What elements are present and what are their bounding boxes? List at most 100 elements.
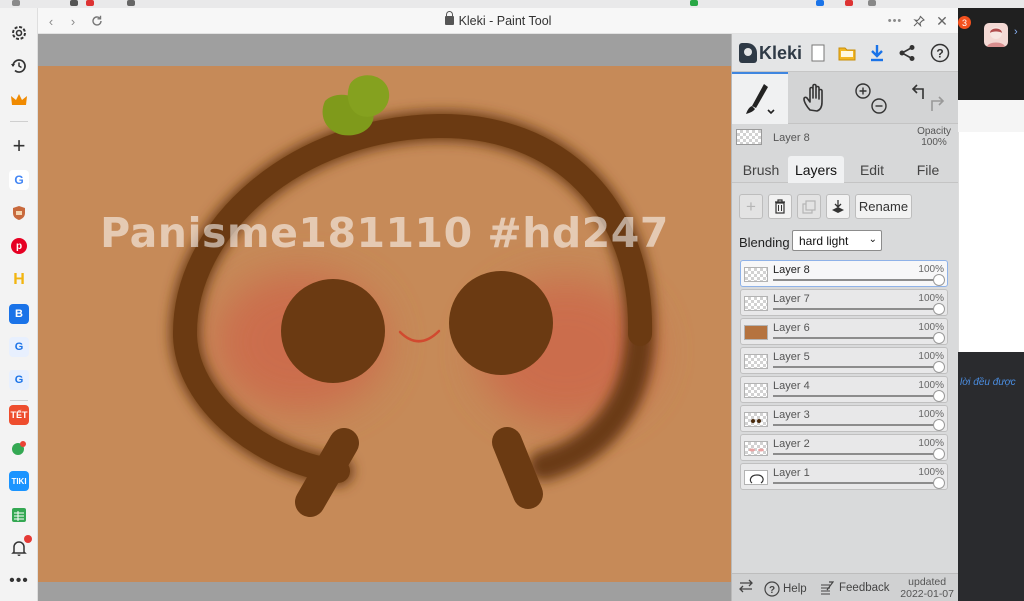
current-layer-indicator: Layer 8 Opacity 100% [732, 124, 959, 150]
layer-opacity-slider[interactable] [773, 274, 945, 286]
slider-handle[interactable] [933, 332, 945, 344]
layer-name: Layer 2 [773, 438, 810, 450]
slider-fill [773, 366, 939, 368]
zoom-in-out-icon [855, 83, 887, 114]
layer-row[interactable]: Layer 5 100% [740, 347, 948, 374]
duplicate-layer-button[interactable] [797, 194, 821, 219]
feedback-button[interactable]: Feedback [820, 581, 890, 595]
layer-opacity-slider[interactable] [773, 303, 945, 315]
pinterest-icon[interactable]: p [9, 236, 29, 256]
sheet-app-icon[interactable] [9, 505, 29, 525]
crown-icon[interactable] [9, 90, 29, 110]
translate-app-icon-2[interactable]: G [9, 370, 29, 390]
left-eye [281, 279, 385, 383]
delete-layer-button[interactable] [768, 194, 792, 219]
undo-redo-tool[interactable] [899, 72, 959, 124]
canvas-area[interactable]: Panisme181110 #hd247 [38, 34, 731, 601]
slider-handle[interactable] [933, 274, 945, 286]
slider-handle[interactable] [933, 361, 945, 373]
brush-tool[interactable] [732, 72, 788, 124]
brush-icon [746, 84, 775, 115]
tab-file[interactable]: File [900, 156, 956, 183]
layer-opacity-slider[interactable] [773, 332, 945, 344]
layer-thumbnail [744, 441, 768, 456]
avatar[interactable] [984, 23, 1008, 47]
app-window: ‹ › Kleki - Paint Tool ••• ✕ Panisme1811… [38, 8, 959, 601]
slider-handle[interactable] [933, 477, 945, 489]
share-icon[interactable] [896, 42, 918, 64]
chevron-down-icon: ⌄ [868, 234, 877, 245]
history-icon[interactable] [9, 56, 29, 76]
help-label: Help [783, 583, 807, 595]
layer-row[interactable]: Layer 7 100% [740, 289, 948, 316]
close-icon[interactable]: ✕ [933, 12, 951, 30]
more-options-icon[interactable]: ••• [886, 12, 904, 30]
layer-row[interactable]: Layer 1 100% [740, 463, 948, 490]
tab-layers[interactable]: Layers [788, 156, 844, 183]
layer-row[interactable]: Layer 8 100% [740, 260, 948, 287]
layer-row[interactable]: Layer 2 100% [740, 434, 948, 461]
map-app-icon[interactable] [9, 438, 29, 458]
layer-thumbnail [744, 325, 768, 340]
slider-handle[interactable] [933, 448, 945, 460]
browser-tab-strip [0, 0, 1024, 8]
translate-app-icon[interactable]: G [9, 337, 29, 357]
layer-opacity-slider[interactable] [773, 419, 945, 431]
layers-tab-panel: + Rename Blending hard light ⌄ Layer 8 10 [732, 183, 959, 573]
canvas-margin-top [38, 34, 731, 66]
slider-fill [773, 279, 939, 281]
drawing-canvas[interactable]: Panisme181110 #hd247 [38, 66, 731, 582]
blending-value: hard light [799, 234, 849, 248]
slider-handle[interactable] [933, 390, 945, 402]
hand-icon [802, 83, 823, 112]
new-image-icon[interactable] [807, 42, 829, 64]
title-bar: ‹ › Kleki - Paint Tool ••• ✕ [38, 8, 958, 34]
svg-text:?: ? [936, 47, 943, 61]
shopee-app-icon[interactable]: TẾT [9, 405, 29, 425]
tiki-app-icon[interactable]: TIKI [9, 471, 29, 491]
svg-text:?: ? [769, 585, 775, 596]
swap-sides-icon[interactable] [738, 579, 754, 593]
layer-opacity-slider[interactable] [773, 361, 945, 373]
rename-button[interactable]: Rename [855, 194, 912, 219]
blending-select[interactable]: hard light ⌄ [792, 230, 882, 251]
layer-opacity-slider[interactable] [773, 448, 945, 460]
b-app-icon[interactable]: B [9, 304, 29, 324]
updated-info: updated 2022-01-07 [900, 576, 954, 600]
pin-icon[interactable] [910, 12, 928, 30]
slider-handle[interactable] [933, 303, 945, 315]
download-icon[interactable] [866, 42, 888, 64]
slider-fill [773, 337, 939, 339]
bell-icon[interactable] [9, 535, 32, 558]
layer-thumbnail [744, 412, 768, 427]
help-circle-icon[interactable]: ? [929, 42, 951, 64]
layer-row[interactable]: Layer 4 100% [740, 376, 948, 403]
merge-down-button[interactable] [826, 194, 850, 219]
shield-app-icon[interactable] [9, 203, 29, 223]
tab-edit[interactable]: Edit [844, 156, 900, 183]
h-app-icon[interactable]: H [9, 270, 29, 290]
slider-handle[interactable] [933, 419, 945, 431]
panel-tabs: Brush Layers Edit File [732, 152, 959, 183]
more-icon[interactable]: ••• [9, 571, 29, 591]
zoom-tool[interactable] [843, 72, 899, 124]
open-folder-icon[interactable] [836, 42, 858, 64]
layer-opacity-slider[interactable] [773, 390, 945, 402]
panel-footer: ? Help Feedback updated 2022-01-07 [732, 573, 959, 601]
canvas-margin-bottom [38, 582, 731, 601]
help-button[interactable]: ? Help [764, 581, 807, 597]
layer-name: Layer 7 [773, 293, 810, 305]
add-icon[interactable]: + [9, 133, 29, 158]
add-layer-button[interactable]: + [739, 194, 763, 219]
kleki-logo[interactable]: Kleki [739, 42, 802, 64]
layer-row[interactable]: Layer 6 100% [740, 318, 948, 345]
hand-tool[interactable] [788, 72, 843, 124]
layer-thumbnail [744, 470, 768, 485]
layer-opacity-slider[interactable] [773, 477, 945, 489]
settings-gear-icon[interactable] [9, 23, 29, 43]
slider-fill [773, 482, 939, 484]
layer-name: Layer 1 [773, 467, 810, 479]
google-app-icon[interactable]: G [9, 170, 29, 190]
tab-brush[interactable]: Brush [734, 156, 788, 183]
layer-row[interactable]: Layer 3 100% [740, 405, 948, 432]
